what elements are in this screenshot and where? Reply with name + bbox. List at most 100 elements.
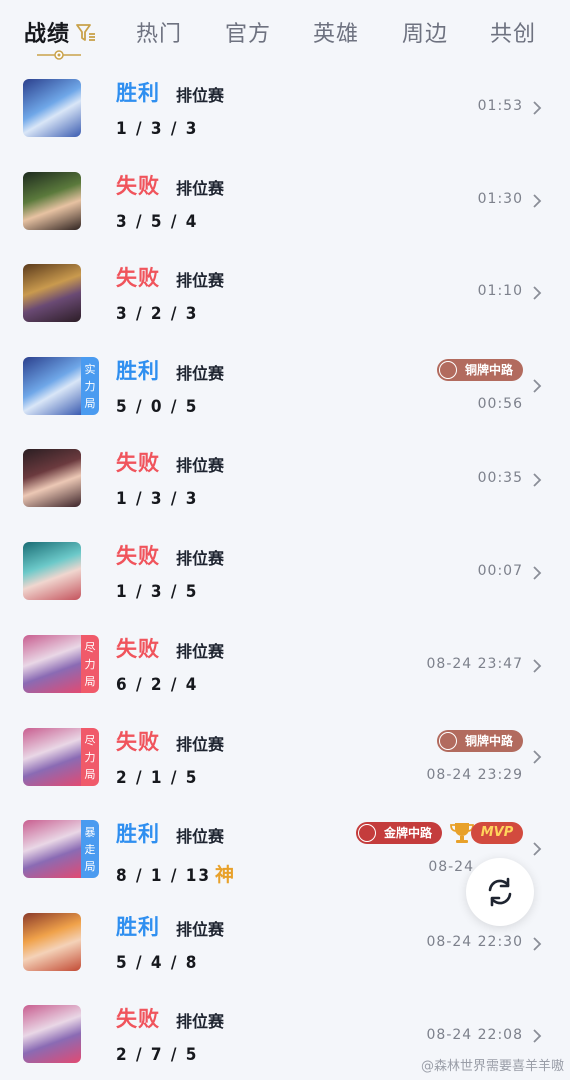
chevron-right-icon	[533, 286, 542, 300]
match-mode: 排位赛	[176, 179, 225, 198]
match-result: 失败	[116, 1007, 160, 1031]
kda-stats: 2 / 7 / 5	[116, 1045, 199, 1065]
tab-merch[interactable]: 周边	[402, 16, 448, 48]
hero-portrait-icon	[23, 1005, 81, 1063]
match-result: 失败	[116, 266, 160, 290]
tag-char: 局	[84, 675, 96, 688]
kda-stats: 5 / 0 / 5	[116, 397, 199, 417]
tag-char: 局	[84, 860, 96, 873]
tag-char: 实	[84, 363, 96, 376]
filter-icon[interactable]	[75, 22, 97, 44]
mvp-badge: MVP	[449, 822, 523, 844]
match-row[interactable]: 失败 排位赛 1 / 3 / 5 00:07	[0, 523, 570, 615]
match-mode: 排位赛	[176, 271, 225, 290]
chevron-right-icon	[533, 659, 542, 673]
tab-hot[interactable]: 热门	[136, 16, 182, 48]
active-tab-indicator	[37, 50, 81, 60]
bronze-mid-badge: 铜牌中路	[436, 359, 523, 381]
tag-char: 力	[84, 380, 96, 393]
match-result: 失败	[116, 174, 160, 198]
performance-tag: 暴走局	[81, 820, 99, 878]
match-result: 失败	[116, 451, 160, 475]
badge-label: 金牌中路	[383, 826, 432, 840]
hero-portrait-icon	[23, 449, 81, 507]
hero-avatar	[23, 542, 81, 600]
match-time: 08-24	[428, 859, 474, 875]
match-time: 00:07	[477, 563, 523, 579]
kda-stats: 1 / 3 / 5	[116, 582, 199, 602]
refresh-button[interactable]	[466, 858, 534, 926]
match-result: 胜利	[116, 915, 160, 939]
tab-record[interactable]: 战绩	[24, 16, 70, 48]
watermark-text: @森林世界需要喜羊羊嗷	[420, 1059, 564, 1074]
chevron-right-icon	[533, 937, 542, 951]
match-result: 胜利	[116, 359, 160, 383]
tag-char: 力	[84, 751, 96, 764]
tag-char: 尽	[84, 734, 96, 747]
hero-portrait-icon	[23, 635, 81, 693]
tag-char: 暴	[84, 826, 96, 839]
match-mode: 排位赛	[176, 735, 225, 754]
match-row[interactable]: 失败 排位赛 1 / 3 / 3 00:35	[0, 430, 570, 522]
badge-label: 铜牌中路	[464, 363, 513, 377]
match-time: 08-24 22:30	[426, 934, 523, 950]
match-mode: 排位赛	[176, 364, 225, 383]
lane-icon	[357, 824, 376, 842]
tag-char: 力	[84, 658, 96, 671]
hero-portrait-icon	[23, 357, 81, 415]
performance-tag: 尽力局	[81, 728, 99, 786]
match-time: 01:30	[477, 191, 523, 207]
match-row[interactable]: 胜利 排位赛 1 / 3 / 3 01:53	[0, 60, 570, 152]
match-time: 00:35	[477, 470, 523, 486]
tab-heroes[interactable]: 英雄	[313, 16, 359, 48]
hero-avatar	[23, 172, 81, 230]
match-mode: 排位赛	[176, 456, 225, 475]
hero-avatar: 尽力局	[23, 635, 99, 693]
hero-portrait-icon	[23, 542, 81, 600]
match-row[interactable]: 尽力局 失败 排位赛 6 / 2 / 4 08-24 23:47	[0, 616, 570, 708]
match-result: 胜利	[116, 822, 160, 846]
match-mode: 排位赛	[176, 86, 225, 105]
kda-stats: 1 / 3 / 3	[116, 489, 199, 509]
match-row[interactable]: 尽力局 失败 排位赛 2 / 1 / 5 铜牌中路 08-24 23:29	[0, 709, 570, 801]
match-time: 01:10	[477, 283, 523, 299]
chevron-right-icon	[533, 194, 542, 208]
tab-official[interactable]: 官方	[225, 16, 271, 48]
badge-label: 铜牌中路	[464, 734, 513, 748]
match-result: 失败	[116, 544, 160, 568]
chevron-right-icon	[533, 750, 542, 764]
hero-avatar: 尽力局	[23, 728, 99, 786]
mvp-label: MVP	[471, 822, 523, 844]
bronze-mid-badge: 铜牌中路	[436, 730, 523, 752]
kda-stats: 8 / 1 / 13 神	[116, 860, 234, 887]
tag-char: 走	[84, 843, 96, 856]
match-result: 失败	[116, 637, 160, 661]
match-time: 01:53	[477, 98, 523, 114]
kda-values: 8 / 1 / 13	[116, 866, 212, 886]
kda-stats: 6 / 2 / 4	[116, 675, 199, 695]
hero-portrait-icon	[23, 820, 81, 878]
match-row[interactable]: 实力局 胜利 排位赛 5 / 0 / 5 铜牌中路 00:56	[0, 338, 570, 430]
match-time: 00:56	[477, 396, 523, 412]
match-mode: 排位赛	[176, 827, 225, 846]
gold-mid-badge: 金牌中路	[355, 822, 442, 844]
chevron-right-icon	[533, 842, 542, 856]
hero-avatar: 实力局	[23, 357, 99, 415]
match-row[interactable]: 失败 排位赛 3 / 5 / 4 01:30	[0, 153, 570, 245]
kda-stats: 1 / 3 / 3	[116, 119, 199, 139]
match-time: 08-24 23:29	[426, 767, 523, 783]
hero-portrait-icon	[23, 728, 81, 786]
tag-char: 局	[84, 768, 96, 781]
hero-portrait-icon	[23, 79, 81, 137]
tab-co-creation[interactable]: 共创	[490, 16, 536, 48]
hero-avatar: 暴走局	[23, 820, 99, 878]
match-mode: 排位赛	[176, 549, 225, 568]
hero-avatar	[23, 264, 81, 322]
lane-icon	[438, 732, 457, 750]
match-row[interactable]: 失败 排位赛 3 / 2 / 3 01:10	[0, 245, 570, 337]
god-like-mark: 神	[215, 864, 235, 886]
hero-avatar	[23, 449, 81, 507]
hero-portrait-icon	[23, 264, 81, 322]
match-time: 08-24 22:08	[426, 1027, 523, 1043]
chevron-right-icon	[533, 101, 542, 115]
